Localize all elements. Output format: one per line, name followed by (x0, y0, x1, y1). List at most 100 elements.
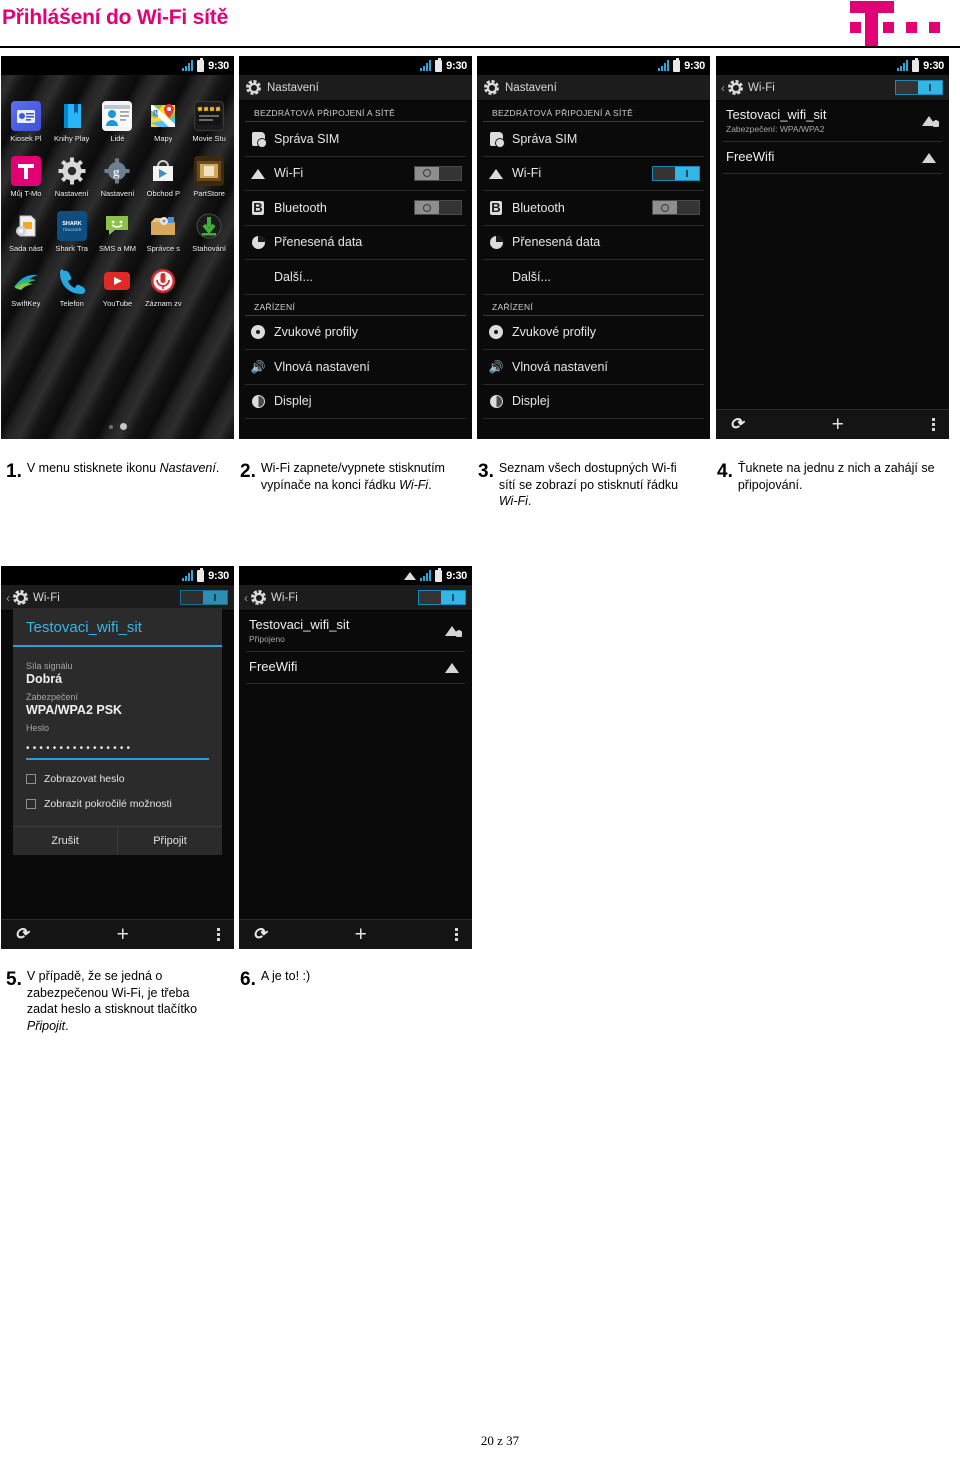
back-chevron-icon[interactable]: ‹ (244, 591, 248, 605)
add-network-icon[interactable]: + (117, 924, 129, 945)
settings-row-display[interactable]: Displej (483, 385, 704, 419)
settings-gear-icon (246, 80, 261, 95)
row-label: Displej (512, 394, 550, 409)
settings-row-more[interactable]: Další... (245, 260, 466, 295)
settings-row-wifi[interactable]: Wi-Fi (483, 157, 704, 191)
password-input[interactable]: •••••••••••••••• (26, 744, 209, 760)
settings-row-more[interactable]: Další... (483, 260, 704, 295)
overflow-menu-icon[interactable] (454, 927, 458, 942)
app-stahovani[interactable]: Stahování (186, 211, 232, 253)
wifi-network-row[interactable]: FreeWifi (246, 652, 465, 684)
battery-icon (197, 57, 205, 72)
app-telefon[interactable]: Telefon (49, 266, 95, 308)
app-sms-mms[interactable]: SMS a MM (95, 211, 141, 253)
battery-icon (435, 57, 443, 72)
bluetooth-toggle[interactable] (414, 200, 462, 216)
row-label: Bluetooth (512, 200, 565, 215)
app-sada-nastroju[interactable]: Sada nást (3, 211, 49, 253)
app-mapy[interactable]: g Mapy (140, 101, 186, 143)
add-network-icon[interactable]: + (355, 924, 367, 945)
settings-row-sound[interactable]: Zvukové profily (245, 316, 466, 350)
app-kiosek[interactable]: Kiosek Pl (3, 101, 49, 143)
wifi-toggle[interactable] (652, 165, 700, 181)
signal-icon (420, 570, 432, 581)
wifi-network-row[interactable]: Testovaci_wifi_sit Zabezpečení: WPA/WPA2 (723, 101, 942, 142)
section-header-device: ZAŘÍZENÍ (245, 295, 466, 316)
app-swiftkey[interactable]: SwiftKey (3, 266, 49, 308)
settings-row-sound[interactable]: Zvukové profily (483, 316, 704, 350)
wifi-toggle[interactable] (180, 590, 228, 605)
app-spravce-souboru[interactable]: Správce s (140, 211, 186, 253)
settings-row-data[interactable]: Přenesená data (245, 226, 466, 260)
settings-row-sim[interactable]: Správa SIM (245, 122, 466, 157)
show-password-row[interactable]: Zobrazovat heslo (26, 773, 209, 785)
step-number: 4. (717, 461, 733, 482)
settings-row-sim[interactable]: Správa SIM (483, 122, 704, 157)
overflow-menu-icon[interactable] (216, 927, 220, 942)
step-number: 2. (240, 461, 256, 482)
app-youtube[interactable]: YouTube (95, 266, 141, 308)
app-muj-tmobile[interactable]: Můj T-Mo (3, 156, 49, 198)
app-lide[interactable]: Lidé (95, 101, 141, 143)
sound-recorder-icon (148, 266, 178, 296)
status-bar: 9:30 (239, 56, 472, 75)
app-zaznam-zvuku[interactable]: Záznam zv (140, 266, 186, 308)
battery-icon (435, 567, 443, 582)
scan-icon[interactable]: ⟳ (15, 926, 28, 943)
step-caption-4: 4. Ťuknete na jednu z nich a zahájí se p… (717, 460, 945, 493)
advanced-options-checkbox[interactable] (26, 799, 36, 809)
wifi-toggle[interactable] (418, 590, 466, 605)
app-grid: Kiosek Pl Knihy Play Lidé g Mapy Movie S… (3, 101, 232, 308)
wifi-toggle[interactable] (414, 165, 462, 181)
settings-row-bluetooth[interactable]: B Bluetooth (483, 191, 704, 226)
wifi-network-row[interactable]: FreeWifi (723, 142, 942, 174)
row-label: Zvukové profily (512, 325, 597, 340)
page-dot-active[interactable] (119, 423, 127, 430)
svg-text:TRACKER: TRACKER (62, 227, 81, 232)
phone-screenshot-settings-wifi-on: 9:30 Nastavení BEZDRÁTOVÁ PŘIPOJENÍ A SÍ… (477, 56, 710, 439)
app-nastaveni[interactable]: Nastavení (49, 156, 95, 198)
settings-row-wifi[interactable]: Wi-Fi (245, 157, 466, 191)
bluetooth-toggle[interactable] (652, 200, 700, 216)
cancel-button[interactable]: Zrušit (13, 827, 118, 855)
wifi-network-row[interactable]: Testovaci_wifi_sit Připojeno (246, 611, 465, 652)
app-label: Movie Stu (192, 134, 226, 143)
downloads-icon (194, 211, 224, 241)
app-label: Mapy (154, 134, 173, 143)
app-partstore[interactable]: PartStore (186, 156, 232, 198)
scan-icon[interactable]: ⟳ (253, 926, 266, 943)
app-knihy-play[interactable]: Knihy Play (49, 101, 95, 143)
row-label: Přenesená data (274, 235, 363, 250)
settings-row-wave[interactable]: 🔊 Vlnová nastavení (245, 350, 466, 385)
overflow-menu-icon[interactable] (931, 417, 935, 432)
back-chevron-icon[interactable]: ‹ (6, 591, 10, 605)
app-movie-studio[interactable]: Movie Stu (186, 101, 232, 143)
app-obchod-play[interactable]: Obchod P (140, 156, 186, 198)
settings-row-bluetooth[interactable]: B Bluetooth (245, 191, 466, 226)
advanced-options-row[interactable]: Zobrazit pokročilé možnosti (26, 798, 209, 810)
signal-icon (420, 60, 432, 71)
step-text-emphasis: Wi-Fi (399, 477, 429, 492)
app-google-nastaveni[interactable]: g Nastavení (95, 156, 141, 198)
wifi-toggle[interactable] (895, 80, 943, 95)
settings-row-data[interactable]: Přenesená data (483, 226, 704, 260)
step-text: V případě, že se jedná o zabezpečenou Wi… (27, 968, 221, 1035)
maps-icon: g (148, 101, 178, 131)
page-dot[interactable] (108, 424, 113, 429)
settings-row-display[interactable]: Displej (245, 385, 466, 419)
screen-title: Wi-Fi (748, 81, 775, 94)
battery-icon (197, 567, 205, 582)
scan-icon[interactable]: ⟳ (730, 416, 743, 433)
screen-title: Wi-Fi (33, 591, 60, 604)
step-text-emphasis: Připojit (26, 1018, 66, 1033)
add-network-icon[interactable]: + (832, 414, 844, 435)
settings-row-wave[interactable]: 🔊 Vlnová nastavení (483, 350, 704, 385)
connect-button[interactable]: Připojit (118, 827, 222, 855)
show-password-label: Zobrazovat heslo (44, 773, 125, 785)
app-shark-tracker[interactable]: SHARK TRACKER Shark Tra (49, 211, 95, 253)
youtube-icon (102, 266, 132, 296)
show-password-checkbox[interactable] (26, 774, 36, 784)
app-label: Nastavení (100, 189, 135, 198)
app-label: Lidé (110, 134, 125, 143)
back-chevron-icon[interactable]: ‹ (721, 81, 725, 95)
